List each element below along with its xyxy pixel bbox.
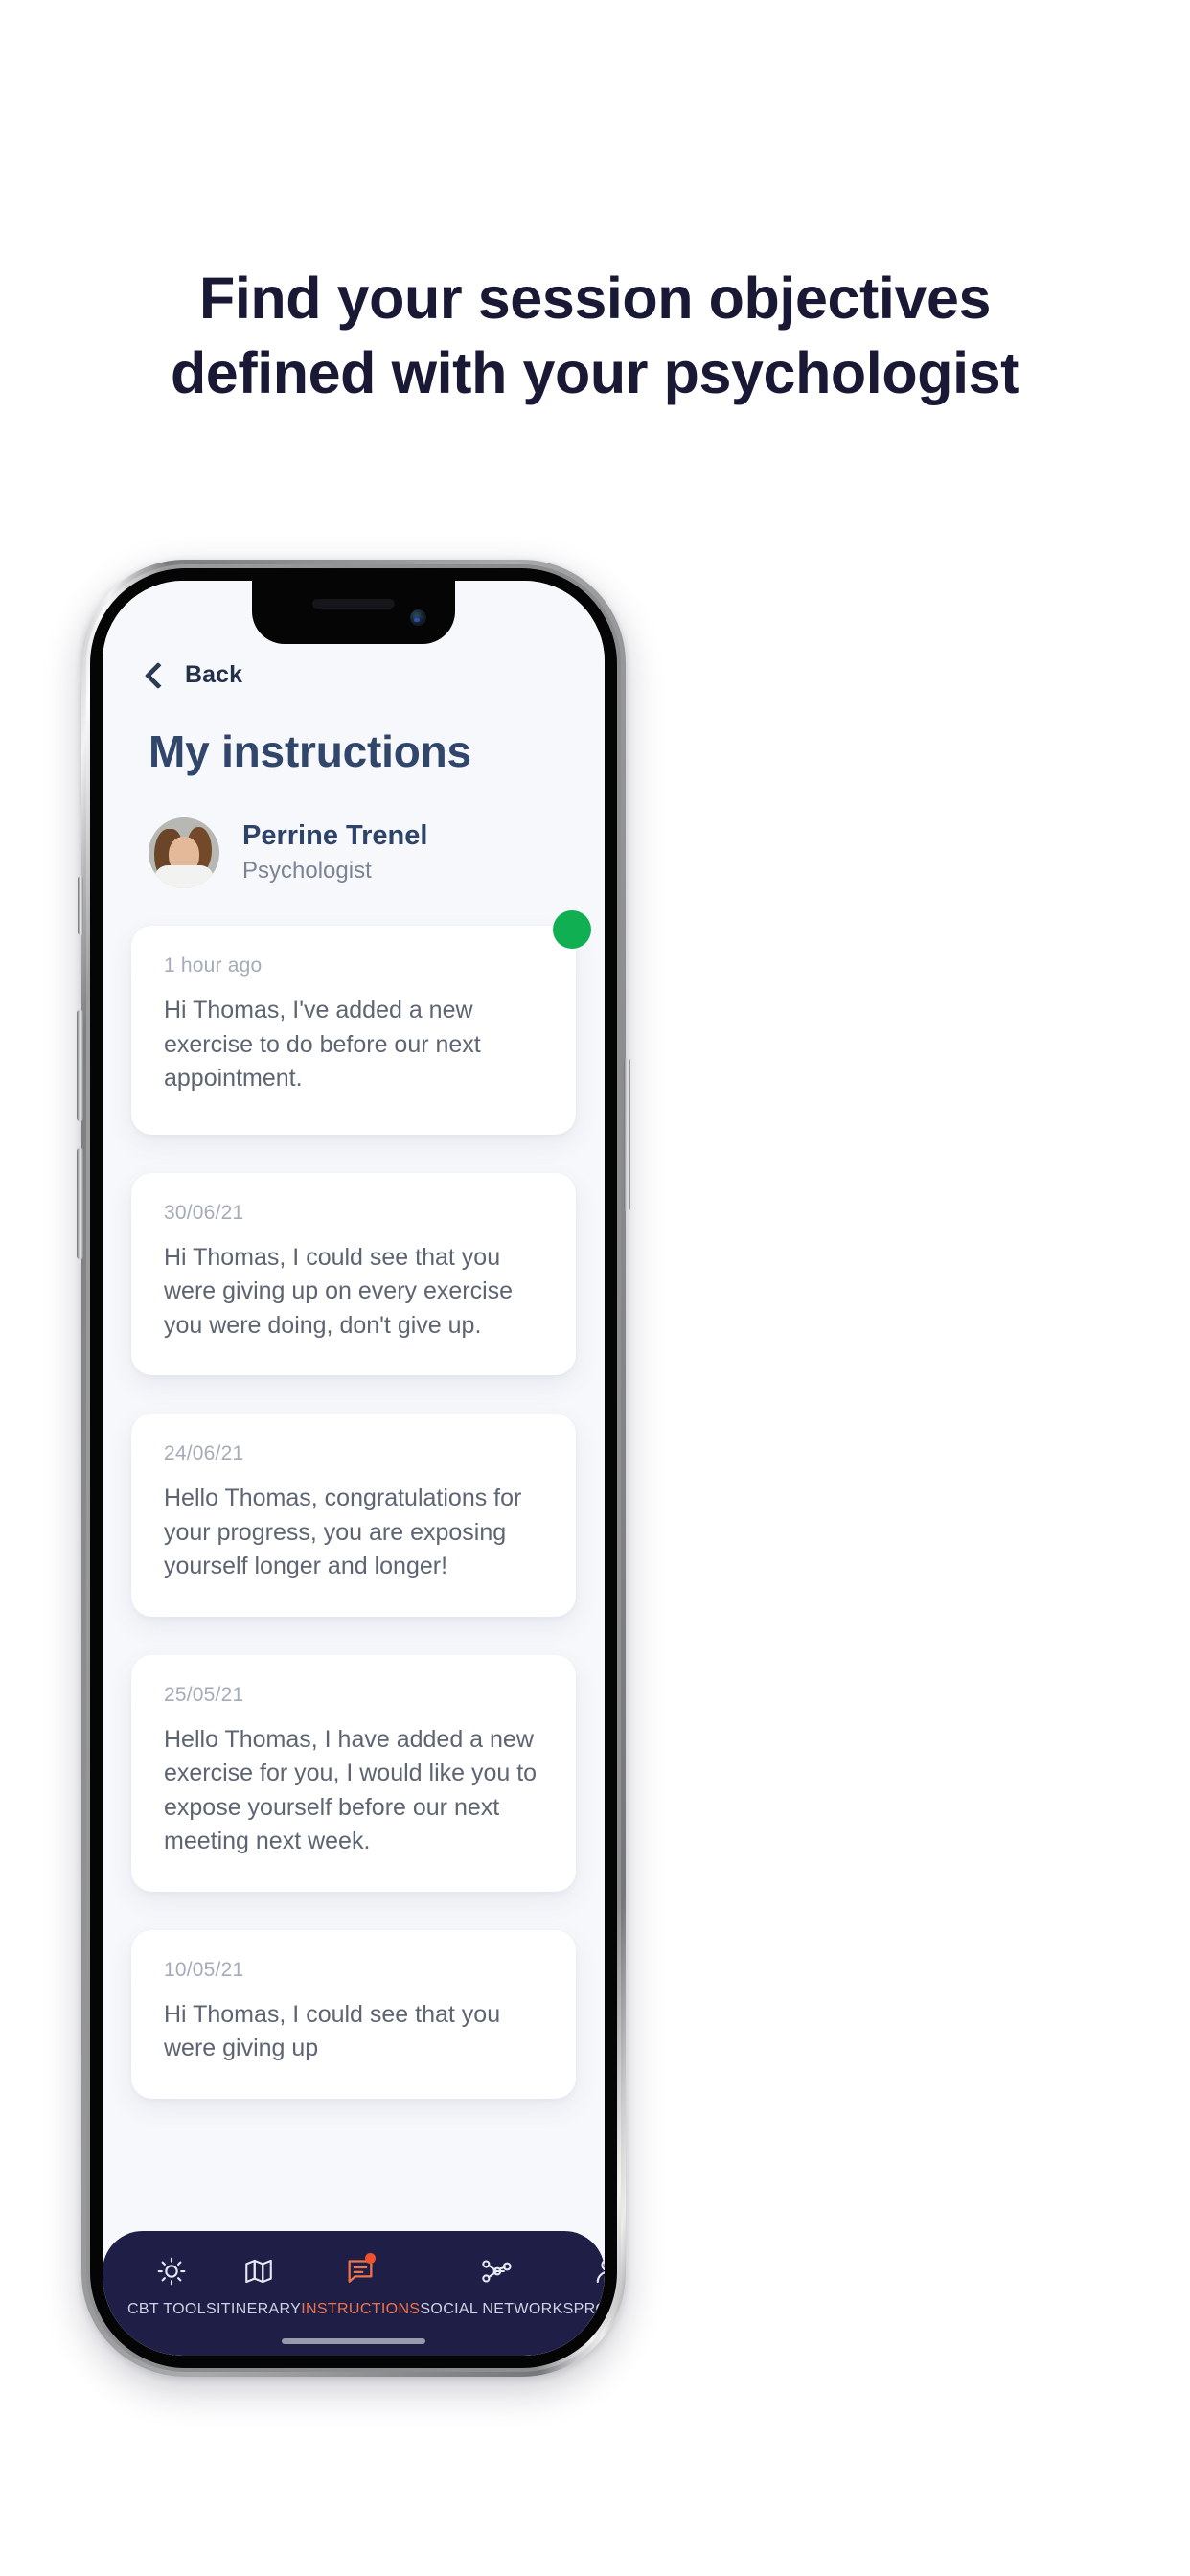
instruction-card[interactable]: 30/06/21 Hi Thomas, I could see that you… (131, 1172, 576, 1375)
headline-line-2: defined with your psychologist (170, 340, 1020, 406)
instruction-date: 24/06/21 (164, 1442, 244, 1464)
avatar (149, 817, 219, 888)
instruction-date: 30/06/21 (164, 1201, 244, 1224)
tab-label: INSTRUCTIONS (301, 2301, 421, 2317)
page-root: Find your session objectives defined wit… (0, 0, 1190, 2576)
volume-down-button[interactable] (77, 1148, 83, 1259)
page-headline: Find your session objectives defined wit… (0, 261, 1190, 410)
power-button[interactable] (624, 1058, 630, 1211)
back-button-label: Back (185, 661, 243, 688)
headline-line-1: Find your session objectives (198, 265, 992, 331)
network-nodes-icon (480, 2252, 515, 2290)
tab-itinerary[interactable]: ITINERARY (217, 2252, 301, 2318)
instruction-text: Hi Thomas, I could see that you were giv… (164, 1243, 514, 1339)
instruction-text: Hello Thomas, congratulations for your p… (164, 1484, 522, 1579)
instruction-text: Hello Thomas, I have added a new exercis… (164, 1725, 538, 1855)
tab-cbt-tools[interactable]: CBT TOOLS (127, 2252, 217, 2318)
chevron-left-icon (144, 661, 172, 690)
tab-label: CBT TOOLS (127, 2301, 217, 2317)
instruction-card[interactable]: 25/05/21 Hello Thomas, I have added a ne… (131, 1654, 576, 1892)
phone-screen: Back My instructions Perrine Trenel Psyc… (103, 581, 605, 2356)
psychologist-meta: Perrine Trenel Psychologist (242, 818, 427, 887)
home-indicator (282, 2338, 425, 2344)
bottom-tab-bar: CBT TOOLS ITINERARY INSTRUCTIONS SOCIAL … (103, 2231, 605, 2356)
avatar-shirt (154, 865, 214, 888)
instruction-card[interactable]: 10/05/21 Hi Thomas, I could see that you… (131, 1929, 576, 2099)
instruction-date: 10/05/21 (164, 1958, 244, 1981)
app-content: Back My instructions Perrine Trenel Psyc… (103, 581, 605, 2356)
instruction-date: 25/05/21 (164, 1683, 244, 1706)
phone-mockup: Back My instructions Perrine Trenel Psyc… (77, 560, 630, 2377)
psychologist-row[interactable]: Perrine Trenel Psychologist (149, 817, 427, 888)
person-icon (591, 2252, 605, 2290)
front-camera-icon (410, 610, 426, 626)
chat-message-icon (344, 2252, 377, 2290)
sun-icon (155, 2252, 188, 2290)
instructions-list[interactable]: 1 hour ago Hi Thomas, I've added a new e… (103, 910, 605, 2356)
instruction-card[interactable]: 1 hour ago Hi Thomas, I've added a new e… (131, 910, 591, 1135)
psychologist-role: Psychologist (242, 858, 372, 885)
instruction-text: Hi Thomas, I could see that you were giv… (164, 2000, 501, 2062)
tab-label: SOCIAL NETWORKS (420, 2301, 574, 2317)
unread-status-dot (553, 910, 591, 949)
instruction-date: 1 hour ago (164, 954, 263, 977)
tab-instructions[interactable]: INSTRUCTIONS (301, 2252, 420, 2318)
silent-switch-button[interactable] (78, 876, 83, 935)
map-icon (242, 2252, 275, 2290)
tab-profile[interactable]: PROFILE (574, 2252, 605, 2318)
back-button[interactable]: Back (144, 661, 243, 690)
psychologist-name: Perrine Trenel (242, 820, 428, 852)
phone-notch (252, 581, 455, 644)
tab-label: PROFILE (573, 2301, 605, 2317)
tab-label: ITINERARY (216, 2301, 302, 2317)
tab-social-networks[interactable]: SOCIAL NETWORKS (420, 2252, 573, 2318)
instruction-card[interactable]: 24/06/21 Hello Thomas, congratulations f… (131, 1414, 576, 1617)
page-title: My instructions (149, 726, 471, 776)
volume-up-button[interactable] (77, 1010, 83, 1121)
instruction-text: Hi Thomas, I've added a new exercise to … (164, 997, 481, 1092)
earpiece-speaker-icon (312, 599, 395, 609)
